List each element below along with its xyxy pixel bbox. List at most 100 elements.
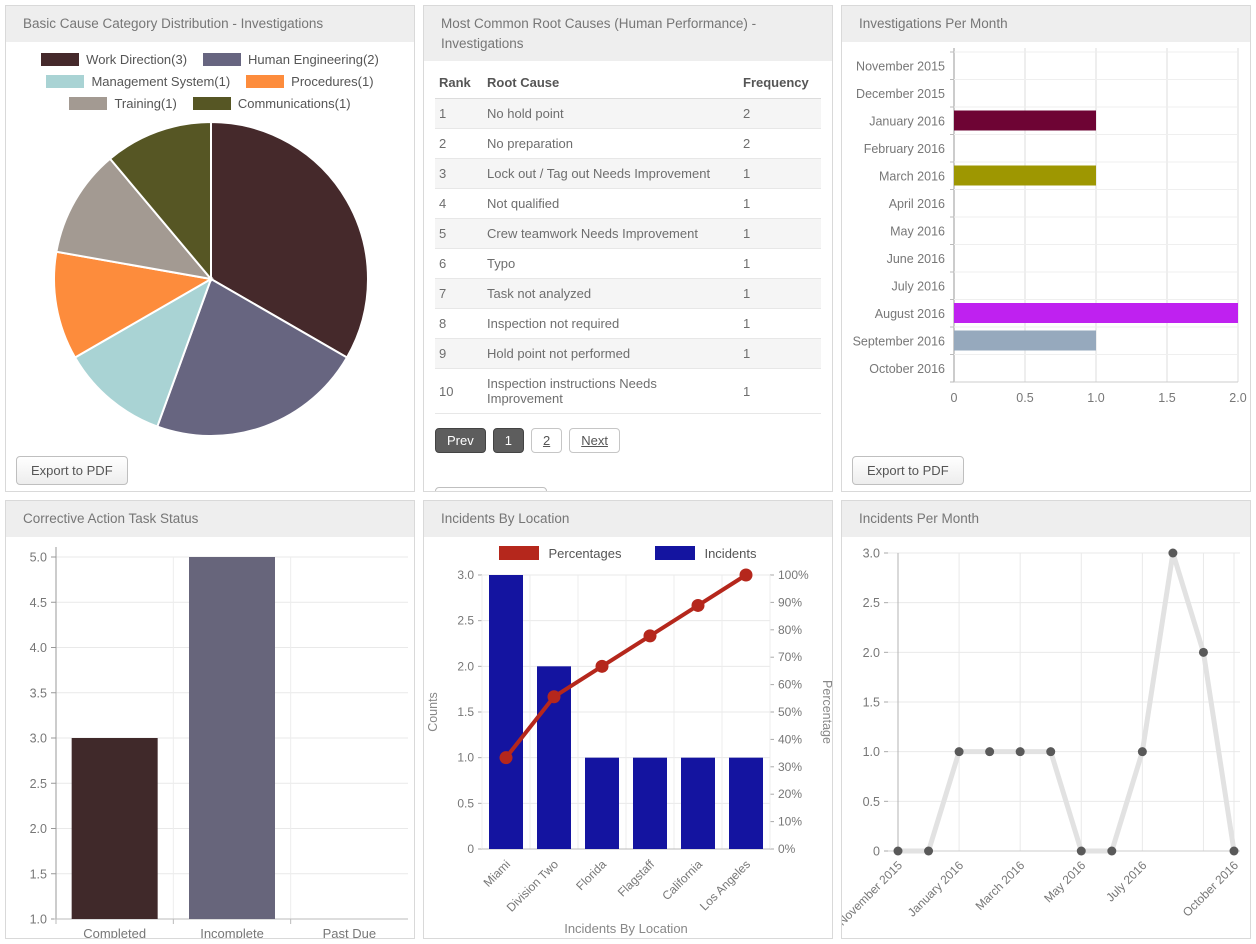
- svg-text:40%: 40%: [778, 732, 802, 746]
- column-header: Root Cause: [483, 67, 739, 99]
- table-cell: Not qualified: [483, 189, 739, 219]
- svg-text:March 2016: March 2016: [973, 858, 1028, 913]
- svg-text:90%: 90%: [778, 595, 802, 609]
- legend-label: Procedures(1): [291, 74, 373, 89]
- svg-text:October 2016: October 2016: [869, 361, 945, 375]
- table-cell: Task not analyzed: [483, 279, 739, 309]
- basic-cause-pie-svg: [6, 113, 414, 449]
- legend-swatch: [193, 97, 231, 110]
- svg-text:May 2016: May 2016: [1041, 858, 1088, 905]
- table-row: 1No hold point2: [435, 99, 821, 129]
- svg-text:Miami: Miami: [481, 857, 514, 890]
- table-row: 5Crew teamwork Needs Improvement1: [435, 219, 821, 249]
- table-cell: No hold point: [483, 99, 739, 129]
- svg-text:1.0: 1.0: [457, 750, 474, 764]
- table-cell: 9: [435, 339, 483, 369]
- table-row: 9Hold point not performed1: [435, 339, 821, 369]
- legend-item: Procedures(1): [246, 74, 373, 89]
- svg-text:2.5: 2.5: [30, 776, 47, 790]
- incidents-per-month-svg: 00.51.01.52.02.53.0November 2015January …: [842, 537, 1250, 939]
- svg-text:July 2016: July 2016: [891, 279, 945, 293]
- svg-text:January 2016: January 2016: [869, 114, 945, 128]
- svg-text:Percentage: Percentage: [820, 680, 832, 744]
- svg-text:June 2016: June 2016: [887, 251, 945, 265]
- investigations-per-month-chart: 00.51.01.52.0November 2015December 2015J…: [842, 42, 1250, 443]
- svg-text:4.5: 4.5: [30, 595, 47, 609]
- table-row: 10Inspection instructions Needs Improvem…: [435, 369, 821, 414]
- legend-swatch: [46, 75, 84, 88]
- panel-title-investigations-per-month: Investigations Per Month: [842, 6, 1250, 42]
- pie-chart-legend: Work Direction(3)Human Engineering(2)Man…: [6, 42, 414, 113]
- pagination-page-1[interactable]: 1: [493, 428, 524, 453]
- table-cell: 6: [435, 249, 483, 279]
- column-header: Frequency: [739, 67, 821, 99]
- corrective-action-task-status-svg: 1.01.52.02.53.03.54.04.55.0CompletedInco…: [6, 537, 414, 939]
- legend-swatch: [655, 546, 695, 560]
- svg-text:20%: 20%: [778, 787, 802, 801]
- legend-swatch: [41, 53, 79, 66]
- table-cell: Crew teamwork Needs Improvement: [483, 219, 739, 249]
- pagination-next-button[interactable]: Next: [569, 428, 620, 453]
- legend-label: Percentages: [548, 546, 621, 561]
- table-cell: No preparation: [483, 129, 739, 159]
- basic-cause-panel-body: Work Direction(3)Human Engineering(2)Man…: [6, 42, 414, 454]
- legend-label: Training(1): [114, 96, 176, 111]
- investigations-per-month-svg: 00.51.01.52.0November 2015December 2015J…: [842, 42, 1250, 438]
- export-pdf-button[interactable]: Export to PDF: [16, 456, 128, 485]
- root-causes-table: RankRoot CauseFrequency1No hold point22N…: [435, 67, 821, 414]
- svg-text:February 2016: February 2016: [864, 141, 945, 155]
- svg-text:0.5: 0.5: [863, 794, 880, 808]
- panel-title-task-status: Corrective Action Task Status: [6, 501, 414, 537]
- svg-text:3.5: 3.5: [30, 686, 47, 700]
- svg-text:April 2016: April 2016: [889, 196, 945, 210]
- svg-text:0.5: 0.5: [1016, 391, 1033, 405]
- svg-text:September 2016: September 2016: [853, 334, 945, 348]
- svg-text:Incidents By Location: Incidents By Location: [564, 921, 688, 936]
- table-cell: Inspection not required: [483, 309, 739, 339]
- table-row: 8Inspection not required1: [435, 309, 821, 339]
- svg-text:November 2015: November 2015: [842, 858, 905, 929]
- svg-text:May 2016: May 2016: [890, 224, 945, 238]
- legend-swatch: [246, 75, 284, 88]
- table-cell: 2: [435, 129, 483, 159]
- legend-item: Incidents: [655, 546, 756, 561]
- table-row: 4Not qualified1: [435, 189, 821, 219]
- table-cell: Typo: [483, 249, 739, 279]
- svg-text:July 2016: July 2016: [1103, 858, 1149, 904]
- pagination-prev-button[interactable]: Prev: [435, 428, 486, 453]
- pagination-page-2[interactable]: 2: [531, 428, 562, 453]
- svg-text:4.0: 4.0: [30, 641, 47, 655]
- export-pdf-button[interactable]: Export to PDF: [852, 456, 964, 485]
- panel-incidents-by-location: Incidents By Location Percentages Inciden…: [423, 500, 833, 939]
- svg-text:Counts: Counts: [426, 692, 440, 732]
- svg-text:0: 0: [873, 844, 880, 858]
- svg-text:1.5: 1.5: [457, 705, 474, 719]
- legend-swatch: [203, 53, 241, 66]
- root-causes-panel-body: RankRoot CauseFrequency1No hold point22N…: [424, 67, 832, 492]
- svg-text:Flagstaff: Flagstaff: [615, 856, 658, 899]
- svg-text:0%: 0%: [778, 842, 796, 856]
- table-cell: 1: [739, 219, 821, 249]
- svg-text:November 2015: November 2015: [856, 59, 945, 73]
- svg-text:1.0: 1.0: [1087, 391, 1104, 405]
- table-cell: 1: [739, 339, 821, 369]
- column-header: Rank: [435, 67, 483, 99]
- table-cell: Hold point not performed: [483, 339, 739, 369]
- svg-text:1.5: 1.5: [1158, 391, 1175, 405]
- legend-label: Human Engineering(2): [248, 52, 379, 67]
- panel-basic-cause-distribution: Basic Cause Category Distribution - Inve…: [5, 5, 415, 492]
- panel-title-incidents-by-location: Incidents By Location: [424, 501, 832, 537]
- panel-title-basic-cause: Basic Cause Category Distribution - Inve…: [6, 6, 414, 42]
- svg-text:60%: 60%: [778, 677, 802, 691]
- svg-text:Completed: Completed: [83, 926, 146, 939]
- export-pdf-button[interactable]: Export to PDF: [435, 487, 547, 492]
- table-cell: 1: [739, 249, 821, 279]
- investigations-panel-body: 00.51.01.52.0November 2015December 2015J…: [842, 42, 1250, 443]
- table-cell: Lock out / Tag out Needs Improvement: [483, 159, 739, 189]
- svg-text:70%: 70%: [778, 650, 802, 664]
- legend-swatch: [499, 546, 539, 560]
- svg-text:March 2016: March 2016: [879, 169, 945, 183]
- incidents-location-panel-body: PercentagesIncidents 00.51.01.52.02.53.0…: [424, 537, 832, 939]
- incidents-by-location-chart: 00.51.01.52.02.53.00%10%20%30%40%50%60%7…: [424, 561, 832, 939]
- svg-text:California: California: [659, 857, 705, 903]
